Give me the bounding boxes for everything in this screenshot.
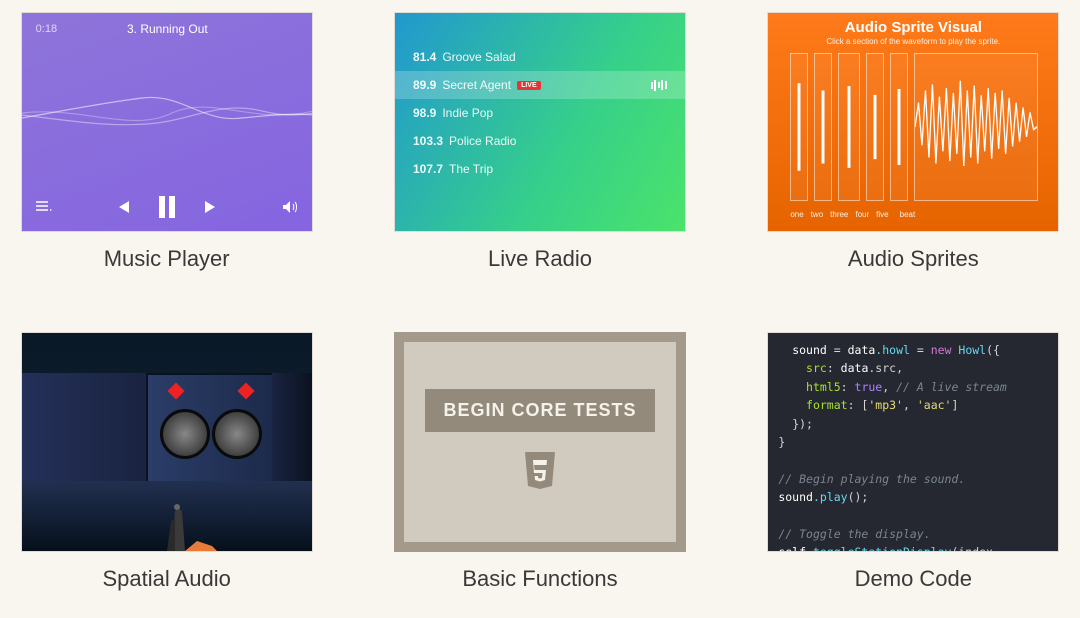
code-line [778, 451, 1048, 469]
card-label: Spatial Audio [102, 566, 230, 592]
music-top-bar: 0:18 3. Running Out [22, 22, 312, 36]
spatial-thumbnail [21, 332, 313, 552]
music-track-title: 3. Running Out [57, 22, 278, 36]
card-demo-code[interactable]: sound = data.howl = new Howl({ src: data… [767, 332, 1060, 592]
code-line: sound.play(); [778, 488, 1048, 506]
radio-frequency: 103.3 [413, 134, 443, 148]
demo-grid: 0:18 3. Running Out [20, 12, 1060, 592]
code-line: }); [778, 415, 1048, 433]
radio-station-name: Indie Pop [442, 106, 493, 120]
card-label: Demo Code [855, 566, 972, 592]
sprite-segment-beat[interactable] [914, 53, 1038, 201]
sprite-segment[interactable] [814, 53, 832, 201]
card-label: Basic Functions [462, 566, 617, 592]
functions-thumbnail: BEGIN CORE TESTS [394, 332, 686, 552]
code-line: html5: true, // A live stream [778, 378, 1048, 396]
game-wall [22, 373, 146, 483]
card-spatial-audio[interactable]: Spatial Audio [20, 332, 313, 592]
sprite-label: two [811, 210, 823, 219]
radio-station[interactable]: 103.3 Police Radio [395, 127, 685, 155]
radio-frequency: 81.4 [413, 50, 436, 64]
code-line: src: data.src, [778, 359, 1048, 377]
card-live-radio[interactable]: 81.4 Groove Salad 89.9 Secret Agent LIVE… [393, 12, 686, 272]
card-label: Live Radio [488, 246, 592, 272]
code-line: format: ['mp3', 'aac'] [778, 396, 1048, 414]
radio-station-name: Groove Salad [442, 50, 515, 64]
sprite-label: four [855, 210, 869, 219]
code-thumbnail: sound = data.howl = new Howl({ src: data… [767, 332, 1059, 552]
music-controls [22, 195, 312, 219]
code-line: sound = data.howl = new Howl({ [778, 341, 1048, 359]
playlist-icon[interactable] [36, 201, 52, 213]
sprite-segment[interactable] [838, 53, 860, 201]
card-basic-functions[interactable]: BEGIN CORE TESTS Basic Functions [393, 332, 686, 592]
sprites-subtitle: Click a section of the waveform to play … [768, 37, 1058, 46]
radio-station[interactable]: 107.7 The Trip [395, 155, 685, 183]
sprite-panels [790, 53, 1038, 201]
sprite-labels: one two three four five beat [790, 210, 1038, 219]
sprite-label: five [876, 210, 888, 219]
radio-station[interactable]: 81.4 Groove Salad [395, 43, 685, 71]
weapon-icon [127, 491, 227, 551]
card-label: Audio Sprites [848, 246, 979, 272]
code-line [778, 507, 1048, 525]
waveform-icon [22, 73, 313, 153]
pause-icon[interactable] [157, 195, 177, 219]
music-elapsed-time: 0:18 [36, 23, 57, 35]
sprite-segment[interactable] [790, 53, 808, 201]
html5-icon [522, 450, 558, 495]
radio-station[interactable]: 98.9 Indie Pop [395, 99, 685, 127]
game-wall-speakers [146, 373, 276, 483]
sprite-segment[interactable] [866, 53, 884, 201]
code-line: } [778, 433, 1048, 451]
volume-icon[interactable] [282, 200, 298, 214]
radio-station-name: Secret Agent [442, 78, 511, 92]
prev-track-icon[interactable] [115, 199, 131, 215]
sprite-label: beat [900, 210, 916, 219]
music-thumbnail: 0:18 3. Running Out [21, 12, 313, 232]
sprites-header: Audio Sprite Visual Click a section of t… [768, 13, 1058, 46]
radio-thumbnail: 81.4 Groove Salad 89.9 Secret Agent LIVE… [394, 12, 686, 232]
code-line: // Toggle the display. [778, 525, 1048, 543]
card-audio-sprites[interactable]: Audio Sprite Visual Click a section of t… [767, 12, 1060, 272]
live-badge: LIVE [517, 81, 541, 90]
radio-station-name: The Trip [449, 162, 493, 176]
sprite-label: three [830, 210, 848, 219]
equalizer-icon [651, 80, 667, 91]
card-label: Music Player [104, 246, 230, 272]
radio-frequency: 107.7 [413, 162, 443, 176]
begin-tests-button[interactable]: BEGIN CORE TESTS [425, 389, 654, 432]
code-line: // Begin playing the sound. [778, 470, 1048, 488]
card-music-player[interactable]: 0:18 3. Running Out [20, 12, 313, 272]
sprite-label: one [790, 210, 803, 219]
gem-icon [237, 383, 254, 400]
game-wall [272, 373, 312, 483]
radio-frequency: 98.9 [413, 106, 436, 120]
radio-frequency: 89.9 [413, 78, 436, 92]
radio-station-list: 81.4 Groove Salad 89.9 Secret Agent LIVE… [395, 43, 685, 183]
radio-station[interactable]: 89.9 Secret Agent LIVE [395, 71, 685, 99]
next-track-icon[interactable] [203, 199, 219, 215]
sprite-segment[interactable] [890, 53, 908, 201]
gem-icon [167, 383, 184, 400]
code-line: self.toggleStationDisplay(index, [778, 543, 1048, 552]
sprites-thumbnail: Audio Sprite Visual Click a section of t… [767, 12, 1059, 232]
sprites-title: Audio Sprite Visual [768, 19, 1058, 36]
radio-station-name: Police Radio [449, 134, 516, 148]
